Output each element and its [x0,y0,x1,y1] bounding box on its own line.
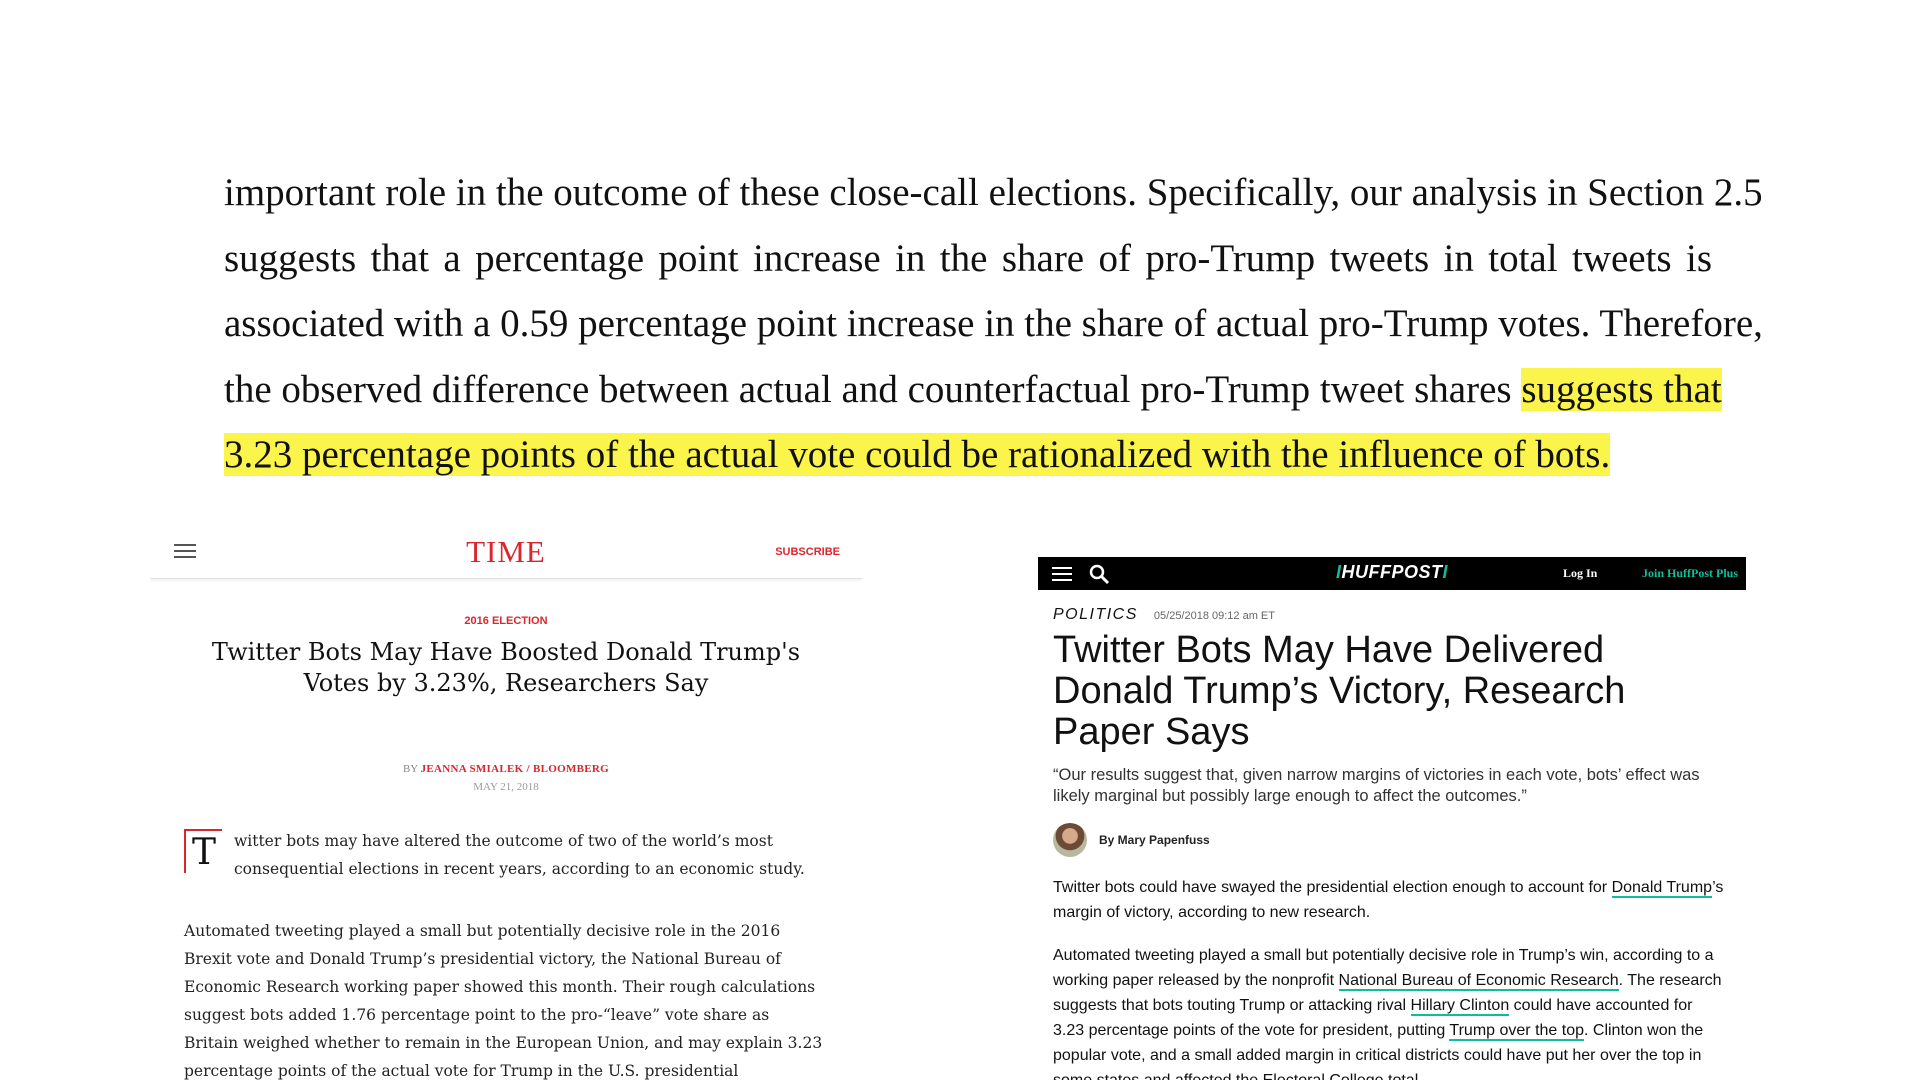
avatar[interactable] [1053,823,1087,857]
article-headline: Twitter Bots May Have Delivered Donald T… [1053,629,1626,753]
paper-highlight-1: suggests that [1521,367,1722,411]
link-hillary-clinton[interactable]: Hillary Clinton [1410,997,1510,1016]
byline: By Mary Papenfuss [1053,823,1746,857]
paper-line-3: associated with a 0.59 percentage point … [224,302,1763,345]
article-meta: POLITICS 05/25/2018 09:12 am ET [1053,606,1746,624]
article-lede: T witter bots may have altered the outco… [184,827,828,883]
article-headline: Twitter Bots May Have Boosted Donald Tru… [211,638,801,697]
time-logo[interactable]: TIME [150,534,862,570]
article-dek: “Our results suggest that, given narrow … [1053,766,1700,805]
paper-line-4: the observed difference between actual a… [224,357,1722,423]
huffpost-header: IHUFFPOSTI Log In Join HuffPost Plus [1038,557,1746,590]
drop-cap: T [184,829,222,873]
paper-line-2: suggests that a percentage point increas… [224,236,1712,280]
link-nber[interactable]: National Bureau of Economic Research [1338,972,1619,991]
paper-line-5: 3.23 percentage points of the actual vot… [224,422,1712,488]
link-trump-over-the-top[interactable]: Trump over the top [1449,1022,1584,1041]
publish-date: 05/25/2018 09:12 am ET [1153,610,1275,622]
lede-text: witter bots may have altered the outcome… [234,832,805,878]
huffpost-logo[interactable]: IHUFFPOSTI [1038,562,1746,583]
section-kicker[interactable]: 2016 ELECTION [150,615,862,627]
author-name[interactable]: By Mary Papenfuss [1099,833,1210,847]
paper-line-4-text: the observed difference between actual a… [224,367,1512,411]
time-header: TIME SUBSCRIBE [150,528,862,579]
time-article: TIME SUBSCRIBE 2016 ELECTION Twitter Bot… [150,528,862,1080]
join-link[interactable]: Join HuffPost Plus [1642,566,1738,581]
publish-date: MAY 21, 2018 [473,781,539,793]
article-paragraph-1: Twitter bots could have swayed the presi… [1053,879,1724,921]
article-paragraph-2: Automated tweeting played a small but po… [1053,947,1722,1080]
byline: BY JEANNA SMIALEK / BLOOMBERG [150,763,862,775]
subscribe-link[interactable]: SUBSCRIBE [775,546,840,558]
section-label[interactable]: POLITICS [1053,606,1138,623]
author-link[interactable]: JEANNA SMIALEK / BLOOMBERG [421,763,609,775]
paper-highlight-2: 3.23 percentage points of the actual vot… [224,433,1611,476]
paper-line-1: important role in the outcome of these c… [224,171,1763,214]
link-donald-trump[interactable]: Donald Trump [1611,879,1713,898]
login-link[interactable]: Log In [1563,566,1597,581]
paper-excerpt: important role in the outcome of these c… [224,160,1763,488]
byline-prefix: BY [402,763,418,775]
article-paragraph: Automated tweeting played a small but po… [184,922,823,1080]
huffpost-article: IHUFFPOSTI Log In Join HuffPost Plus POL… [1038,557,1746,1080]
